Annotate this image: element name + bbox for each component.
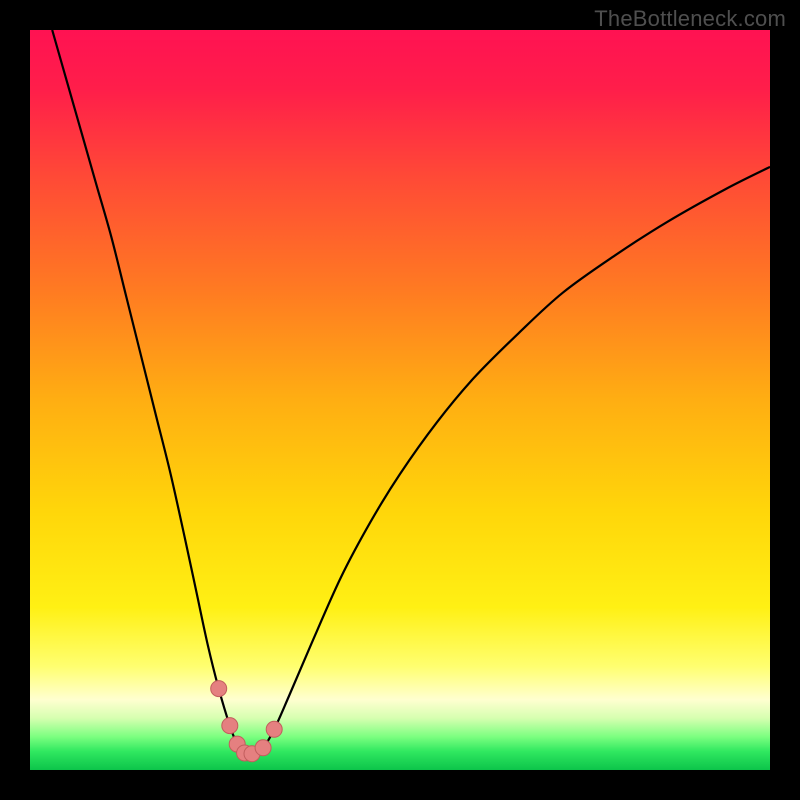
curve-markers [211,681,283,762]
plot-area [30,30,770,770]
chart-frame: TheBottleneck.com [0,0,800,800]
marker-point [255,740,271,756]
watermark-text: TheBottleneck.com [594,6,786,32]
marker-point [211,681,227,697]
curve-layer [30,30,770,770]
bottleneck-curve [52,30,770,754]
marker-point [222,718,238,734]
marker-point [266,721,282,737]
